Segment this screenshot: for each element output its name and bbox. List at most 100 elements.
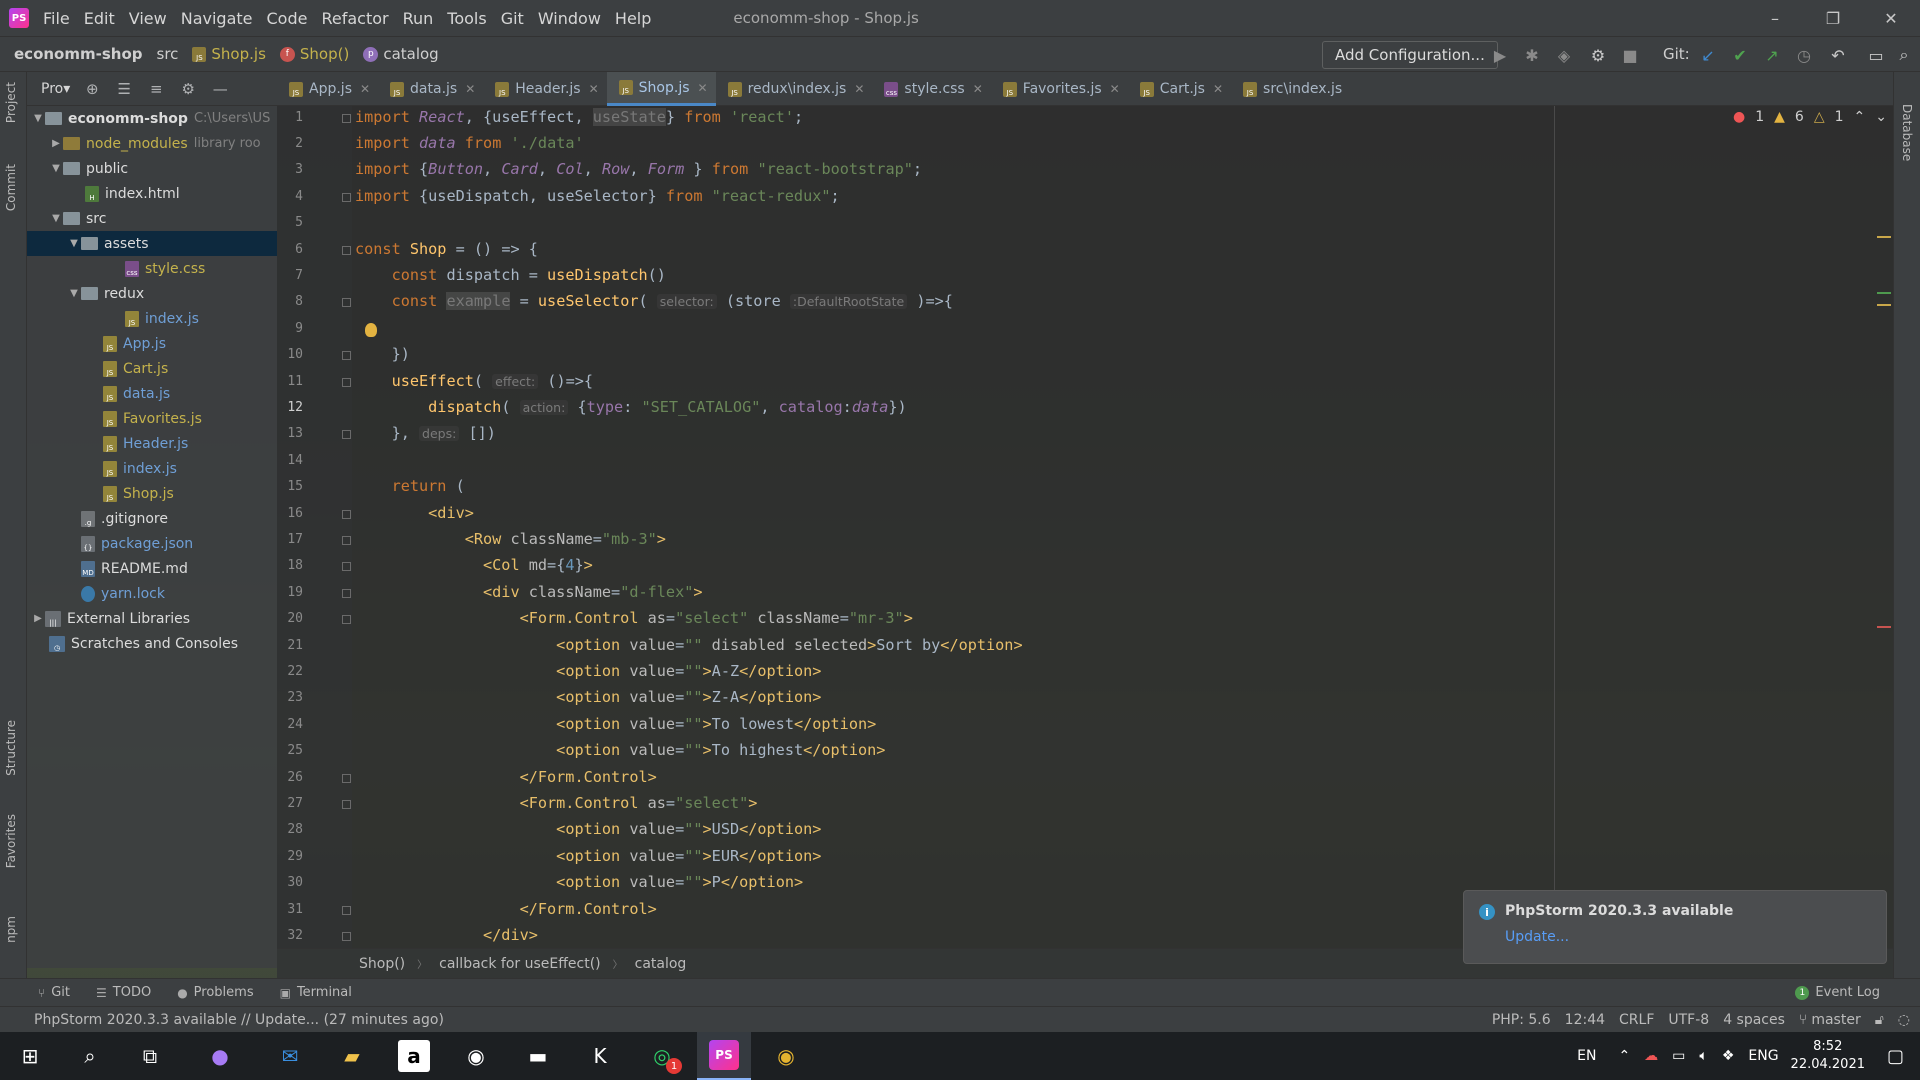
- tree-package-json[interactable]: {} package.json: [27, 531, 277, 556]
- menu-tools[interactable]: Tools: [447, 9, 486, 28]
- tree-header-js[interactable]: JS Header.js: [27, 431, 277, 456]
- php-version[interactable]: PHP: 5.6: [1492, 1012, 1551, 1028]
- tab-shop-js[interactable]: JS Shop.js ✕: [606, 72, 716, 106]
- tree-style-css[interactable]: css style.css: [27, 256, 277, 281]
- close-icon[interactable]: ✕: [465, 82, 475, 96]
- close-icon[interactable]: ✕: [698, 81, 708, 95]
- volume-icon[interactable]: 🔈︎: [1699, 1048, 1707, 1064]
- git-tool-button[interactable]: ⑂ Git: [38, 985, 70, 1000]
- project-tool-tab[interactable]: Project: [4, 82, 18, 123]
- rollback-icon[interactable]: ↶: [1828, 45, 1848, 65]
- layout-icon[interactable]: ▭: [1866, 45, 1886, 65]
- search-icon[interactable]: ⌕: [1894, 45, 1914, 65]
- tab-header-js[interactable]: JS Header.js ✕: [483, 72, 606, 106]
- onedrive-icon[interactable]: ☁: [1644, 1048, 1658, 1064]
- nav-file[interactable]: JS Shop.js: [192, 45, 266, 63]
- cortana-icon[interactable]: ●: [204, 1040, 236, 1072]
- tree-app-js[interactable]: JS App.js: [27, 331, 277, 356]
- close-icon[interactable]: ✕: [589, 82, 599, 96]
- tab-redux-index-js[interactable]: JS redux\index.js ✕: [716, 72, 873, 106]
- chevron-down-icon[interactable]: ⌄: [1875, 109, 1887, 125]
- kotlin-icon[interactable]: K: [584, 1040, 616, 1072]
- phpstorm-taskbar-icon[interactable]: PS: [697, 1032, 751, 1080]
- gear-icon[interactable]: ⚙: [178, 79, 198, 99]
- menu-window[interactable]: Window: [538, 9, 601, 28]
- terminal-app-icon[interactable]: ▬: [522, 1040, 554, 1072]
- event-log-button[interactable]: 1 Event Log: [1795, 985, 1880, 1000]
- file-encoding[interactable]: UTF-8: [1668, 1012, 1709, 1028]
- windows-start-icon[interactable]: ⊞: [14, 1040, 46, 1072]
- todo-tool-button[interactable]: ☰ TODO: [96, 985, 151, 1000]
- close-button[interactable]: ✕: [1862, 0, 1920, 36]
- tree-shop-js[interactable]: JS Shop.js: [27, 481, 277, 506]
- crumb-callback[interactable]: callback for useEffect(): [439, 956, 600, 972]
- menu-run[interactable]: Run: [403, 9, 434, 28]
- tree-index-html[interactable]: Hindex.html: [27, 181, 277, 206]
- chrome-icon[interactable]: ◉: [770, 1040, 802, 1072]
- terminal-tool-button[interactable]: ▣ Terminal: [280, 985, 352, 1000]
- input-language[interactable]: EN: [1577, 1048, 1596, 1064]
- caret-position[interactable]: 12:44: [1565, 1012, 1605, 1028]
- code-editor[interactable]: 1 2 3 4 5 6 7 8 9 10 11 12 13 14 15 16 17 18 19 20 21 22 23 24 2…: [277, 106, 1893, 948]
- git-update-icon[interactable]: ↙: [1698, 45, 1718, 65]
- tree-scratches[interactable]: ◷ Scratches and Consoles: [27, 631, 277, 656]
- tab-data-js[interactable]: JS data.js ✕: [378, 72, 483, 106]
- tree-readme[interactable]: MD README.md: [27, 556, 277, 581]
- inspection-widget[interactable]: ● 1 ▲ 6 △ 1 ⌃ ⌄: [1733, 106, 1893, 128]
- scroll-warning-mark[interactable]: [1877, 304, 1891, 306]
- tree-favorites-js[interactable]: JS Favorites.js: [27, 406, 277, 431]
- git-commit-icon[interactable]: ✔: [1730, 45, 1750, 65]
- nav-folder[interactable]: src: [157, 45, 179, 63]
- tree-redux-index-js[interactable]: JS index.js: [27, 306, 277, 331]
- history-icon[interactable]: ◷: [1794, 45, 1814, 65]
- github-icon[interactable]: ◉: [460, 1040, 492, 1072]
- nav-symbol[interactable]: p catalog: [363, 45, 439, 63]
- battery-icon[interactable]: ▭: [1672, 1048, 1685, 1064]
- project-view-selector[interactable]: Pro▾: [41, 81, 70, 97]
- collapse-all-icon[interactable]: ≡: [146, 79, 166, 99]
- menu-view[interactable]: View: [129, 9, 167, 28]
- menu-edit[interactable]: Edit: [84, 9, 115, 28]
- hide-icon[interactable]: —: [210, 79, 230, 99]
- expand-all-icon[interactable]: ☰: [114, 79, 134, 99]
- close-icon[interactable]: ✕: [360, 82, 370, 96]
- update-link[interactable]: Update...: [1505, 929, 1569, 945]
- menu-refactor[interactable]: Refactor: [321, 9, 388, 28]
- menu-code[interactable]: Code: [267, 9, 308, 28]
- scroll-warning-mark[interactable]: [1877, 236, 1891, 238]
- whatsapp-icon[interactable]: ◎ 1: [646, 1040, 682, 1074]
- git-branch[interactable]: master: [1811, 1012, 1860, 1028]
- close-icon[interactable]: ✕: [854, 82, 864, 96]
- nav-project[interactable]: economm-shop: [14, 45, 143, 63]
- close-icon[interactable]: ✕: [1110, 82, 1120, 96]
- intention-bulb-icon[interactable]: [365, 323, 377, 337]
- attach-icon[interactable]: ⚙: [1588, 45, 1608, 65]
- problems-tool-button[interactable]: ● Problems: [177, 985, 253, 1000]
- crumb-catalog[interactable]: catalog: [635, 956, 687, 972]
- run-icon[interactable]: ▶: [1490, 45, 1510, 65]
- debug-icon[interactable]: ✱: [1522, 45, 1542, 65]
- tab-src-index-js[interactable]: JS src\index.js: [1231, 72, 1350, 106]
- locate-icon[interactable]: ⊕: [82, 79, 102, 99]
- file-explorer-icon[interactable]: ▰: [336, 1040, 368, 1072]
- chevron-up-icon[interactable]: ⌃: [1618, 1048, 1630, 1064]
- tab-app-js[interactable]: JS App.js ✕: [277, 72, 378, 106]
- tree-data-js[interactable]: JS data.js: [27, 381, 277, 406]
- tree-yarn-lock[interactable]: yarn.lock: [27, 581, 277, 606]
- amazon-icon[interactable]: a: [398, 1040, 430, 1072]
- mail-icon[interactable]: ✉: [274, 1040, 306, 1072]
- nav-function[interactable]: f Shop(): [279, 45, 349, 63]
- tab-cart-js[interactable]: JS Cart.js ✕: [1128, 72, 1231, 106]
- tree-assets[interactable]: ▼ assets: [27, 231, 277, 256]
- tree-gitignore[interactable]: .g .gitignore: [27, 506, 277, 531]
- tree-external-libraries[interactable]: ▶ ||| External Libraries: [27, 606, 277, 631]
- search-icon[interactable]: ⌕: [74, 1040, 106, 1072]
- tree-redux[interactable]: ▼ redux: [27, 281, 277, 306]
- tree-node-modules[interactable]: ▶ node_modules library roo: [27, 131, 277, 156]
- restore-button[interactable]: ❐: [1804, 0, 1862, 36]
- notification-center-icon[interactable]: ▢: [1887, 1046, 1904, 1067]
- git-push-icon[interactable]: ↗: [1762, 45, 1782, 65]
- tree-public[interactable]: ▼ public: [27, 156, 277, 181]
- add-configuration-button[interactable]: Add Configuration...: [1322, 41, 1498, 69]
- lock-icon[interactable]: 🔓︎: [1875, 1012, 1884, 1028]
